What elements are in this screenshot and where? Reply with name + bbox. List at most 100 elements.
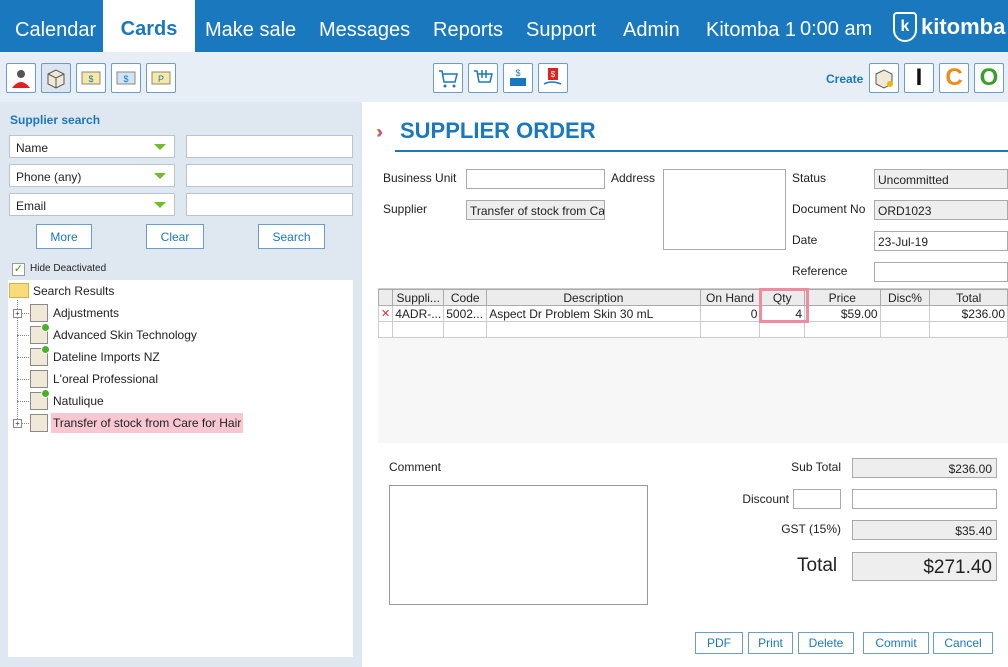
print-button[interactable]: Print <box>748 632 793 654</box>
cell-total: $236.00 <box>929 305 1008 322</box>
empty-cell[interactable] <box>443 321 488 338</box>
reference-label: Reference <box>792 264 848 278</box>
cell-code[interactable]: 5002... <box>443 305 488 322</box>
stocktake-icon[interactable]: $ <box>503 63 533 93</box>
grid-header-disc[interactable]: Disc% <box>879 289 931 306</box>
hide-deactivated-checkbox[interactable]: ✓ <box>12 263 25 276</box>
stock-transfer-icon[interactable] <box>468 63 498 93</box>
cart-icon[interactable] <box>433 63 463 93</box>
voucher-icon[interactable]: $ <box>76 63 106 93</box>
grid-header-description[interactable]: Description <box>486 289 701 306</box>
tab-reports[interactable]: Reports <box>433 0 503 52</box>
empty-cell[interactable] <box>699 321 761 338</box>
create-order-button[interactable]: O <box>974 63 1004 93</box>
supplier-box-icon <box>30 414 48 432</box>
client-card-icon[interactable] <box>6 63 36 93</box>
grid-header-code[interactable]: Code <box>443 289 488 306</box>
search-field-2-input[interactable] <box>186 164 353 187</box>
discount-amount-field[interactable] <box>852 489 997 509</box>
supplier-card-icon[interactable] <box>41 63 71 93</box>
tree-item-natulique[interactable]: Natulique <box>53 391 104 411</box>
tab-support[interactable]: Support <box>526 0 596 52</box>
payout-icon[interactable]: $ <box>538 63 568 93</box>
date-field[interactable]: 23-Jul-19 <box>874 231 1008 251</box>
qty-highlight <box>759 288 809 323</box>
cell-price[interactable]: $59.00 <box>804 305 881 322</box>
top-nav: Calendar Cards Make sale Messages Report… <box>0 0 1008 52</box>
tree-item-dateline[interactable]: Dateline Imports NZ <box>53 347 160 367</box>
total-label: Total <box>797 555 838 576</box>
search-field-1-input[interactable] <box>186 135 353 158</box>
tab-messages[interactable]: Messages <box>319 0 410 52</box>
account-icon[interactable]: $ <box>111 63 141 93</box>
table-row: ✕ 4ADR-... 5002... Aspect Dr Problem Ski… <box>377 305 1008 322</box>
empty-cell[interactable] <box>392 321 445 338</box>
document-no-label: Document No <box>792 202 866 216</box>
cell-supplier-code[interactable]: 4ADR-... <box>392 305 445 322</box>
search-field-3-input[interactable] <box>186 193 353 216</box>
clear-button[interactable]: Clear <box>146 224 204 249</box>
create-invoice-button[interactable]: I <box>904 63 934 93</box>
status-field: Uncommitted <box>874 169 1008 189</box>
active-badge-icon <box>41 345 50 354</box>
discount-percent-field[interactable] <box>793 489 841 509</box>
tree-item-transfer-selected[interactable]: Transfer of stock from Care for Hair <box>51 413 244 433</box>
comment-label: Comment <box>389 460 442 474</box>
grid-header-price[interactable]: Price <box>804 289 881 306</box>
expand-icon[interactable]: + <box>13 309 22 318</box>
create-credit-button[interactable]: C <box>939 63 969 93</box>
tree-item-advanced-skin[interactable]: Advanced Skin Technology <box>53 325 197 345</box>
tab-business-name[interactable]: Kitomba 1 <box>706 0 796 52</box>
search-results-tree: Search Results + Adjustments Advanced Sk… <box>8 280 353 657</box>
subtotal-label: Sub Total <box>791 460 841 474</box>
grid-header-row: Suppli... Code Description On Hand Qty P… <box>377 289 1008 306</box>
supplier-search-title: Supplier search <box>10 113 101 127</box>
reference-field[interactable] <box>874 262 1008 282</box>
more-button[interactable]: More <box>36 224 92 249</box>
pdf-button[interactable]: PDF <box>695 632 743 654</box>
gst-value: $35.40 <box>852 520 997 540</box>
search-field-2-select[interactable]: Phone (any) <box>9 164 175 187</box>
empty-cell[interactable] <box>486 321 701 338</box>
status-label: Status <box>792 171 827 185</box>
empty-cell[interactable] <box>759 321 806 338</box>
svg-text:$: $ <box>123 74 128 84</box>
search-field-1-select[interactable]: Name <box>9 135 175 158</box>
delete-line-icon[interactable]: ✕ <box>377 305 394 322</box>
cell-description[interactable]: Aspect Dr Problem Skin 30 mL <box>486 305 701 322</box>
business-unit-label: Business Unit <box>383 171 457 185</box>
tree-root-label[interactable]: Search Results <box>33 281 114 301</box>
empty-cell[interactable] <box>804 321 881 338</box>
tab-calendar[interactable]: Calendar <box>15 0 96 52</box>
commit-button[interactable]: Commit <box>863 632 929 654</box>
grid-header-on-hand[interactable]: On Hand <box>699 289 761 306</box>
create-supplier-icon[interactable] <box>869 63 899 93</box>
grid-header-total[interactable]: Total <box>929 289 1008 306</box>
empty-cell[interactable] <box>377 321 394 338</box>
empty-cell[interactable] <box>929 321 1008 338</box>
date-label: Date <box>792 233 818 247</box>
chevron-down-icon <box>154 202 166 208</box>
gst-label: GST (15%) <box>781 522 841 536</box>
business-unit-field[interactable] <box>466 169 605 189</box>
search-field-3-select[interactable]: Email <box>9 193 175 216</box>
search-button[interactable]: Search <box>258 224 325 249</box>
double-chevron-icon: ›› <box>376 122 383 142</box>
points-icon[interactable]: P <box>146 63 176 93</box>
supplier-field: Transfer of stock from Care for Hair <box>466 200 605 220</box>
tab-cards[interactable]: Cards <box>103 0 195 52</box>
cell-disc[interactable] <box>879 305 931 322</box>
tab-admin[interactable]: Admin <box>623 0 680 52</box>
delete-button[interactable]: Delete <box>798 632 854 654</box>
tab-make-sale[interactable]: Make sale <box>205 0 296 52</box>
document-no-field: ORD1023 <box>874 200 1008 220</box>
address-field[interactable] <box>663 169 786 250</box>
grid-header-action <box>377 289 394 306</box>
comment-textarea[interactable] <box>389 485 648 605</box>
grid-header-supplier-code[interactable]: Suppli... <box>392 289 445 306</box>
empty-cell[interactable] <box>879 321 931 338</box>
expand-icon[interactable]: + <box>13 419 22 428</box>
tree-item-adjustments[interactable]: Adjustments <box>53 303 119 323</box>
tree-item-loreal[interactable]: L'oreal Professional <box>53 369 158 389</box>
cancel-button[interactable]: Cancel <box>933 632 993 654</box>
